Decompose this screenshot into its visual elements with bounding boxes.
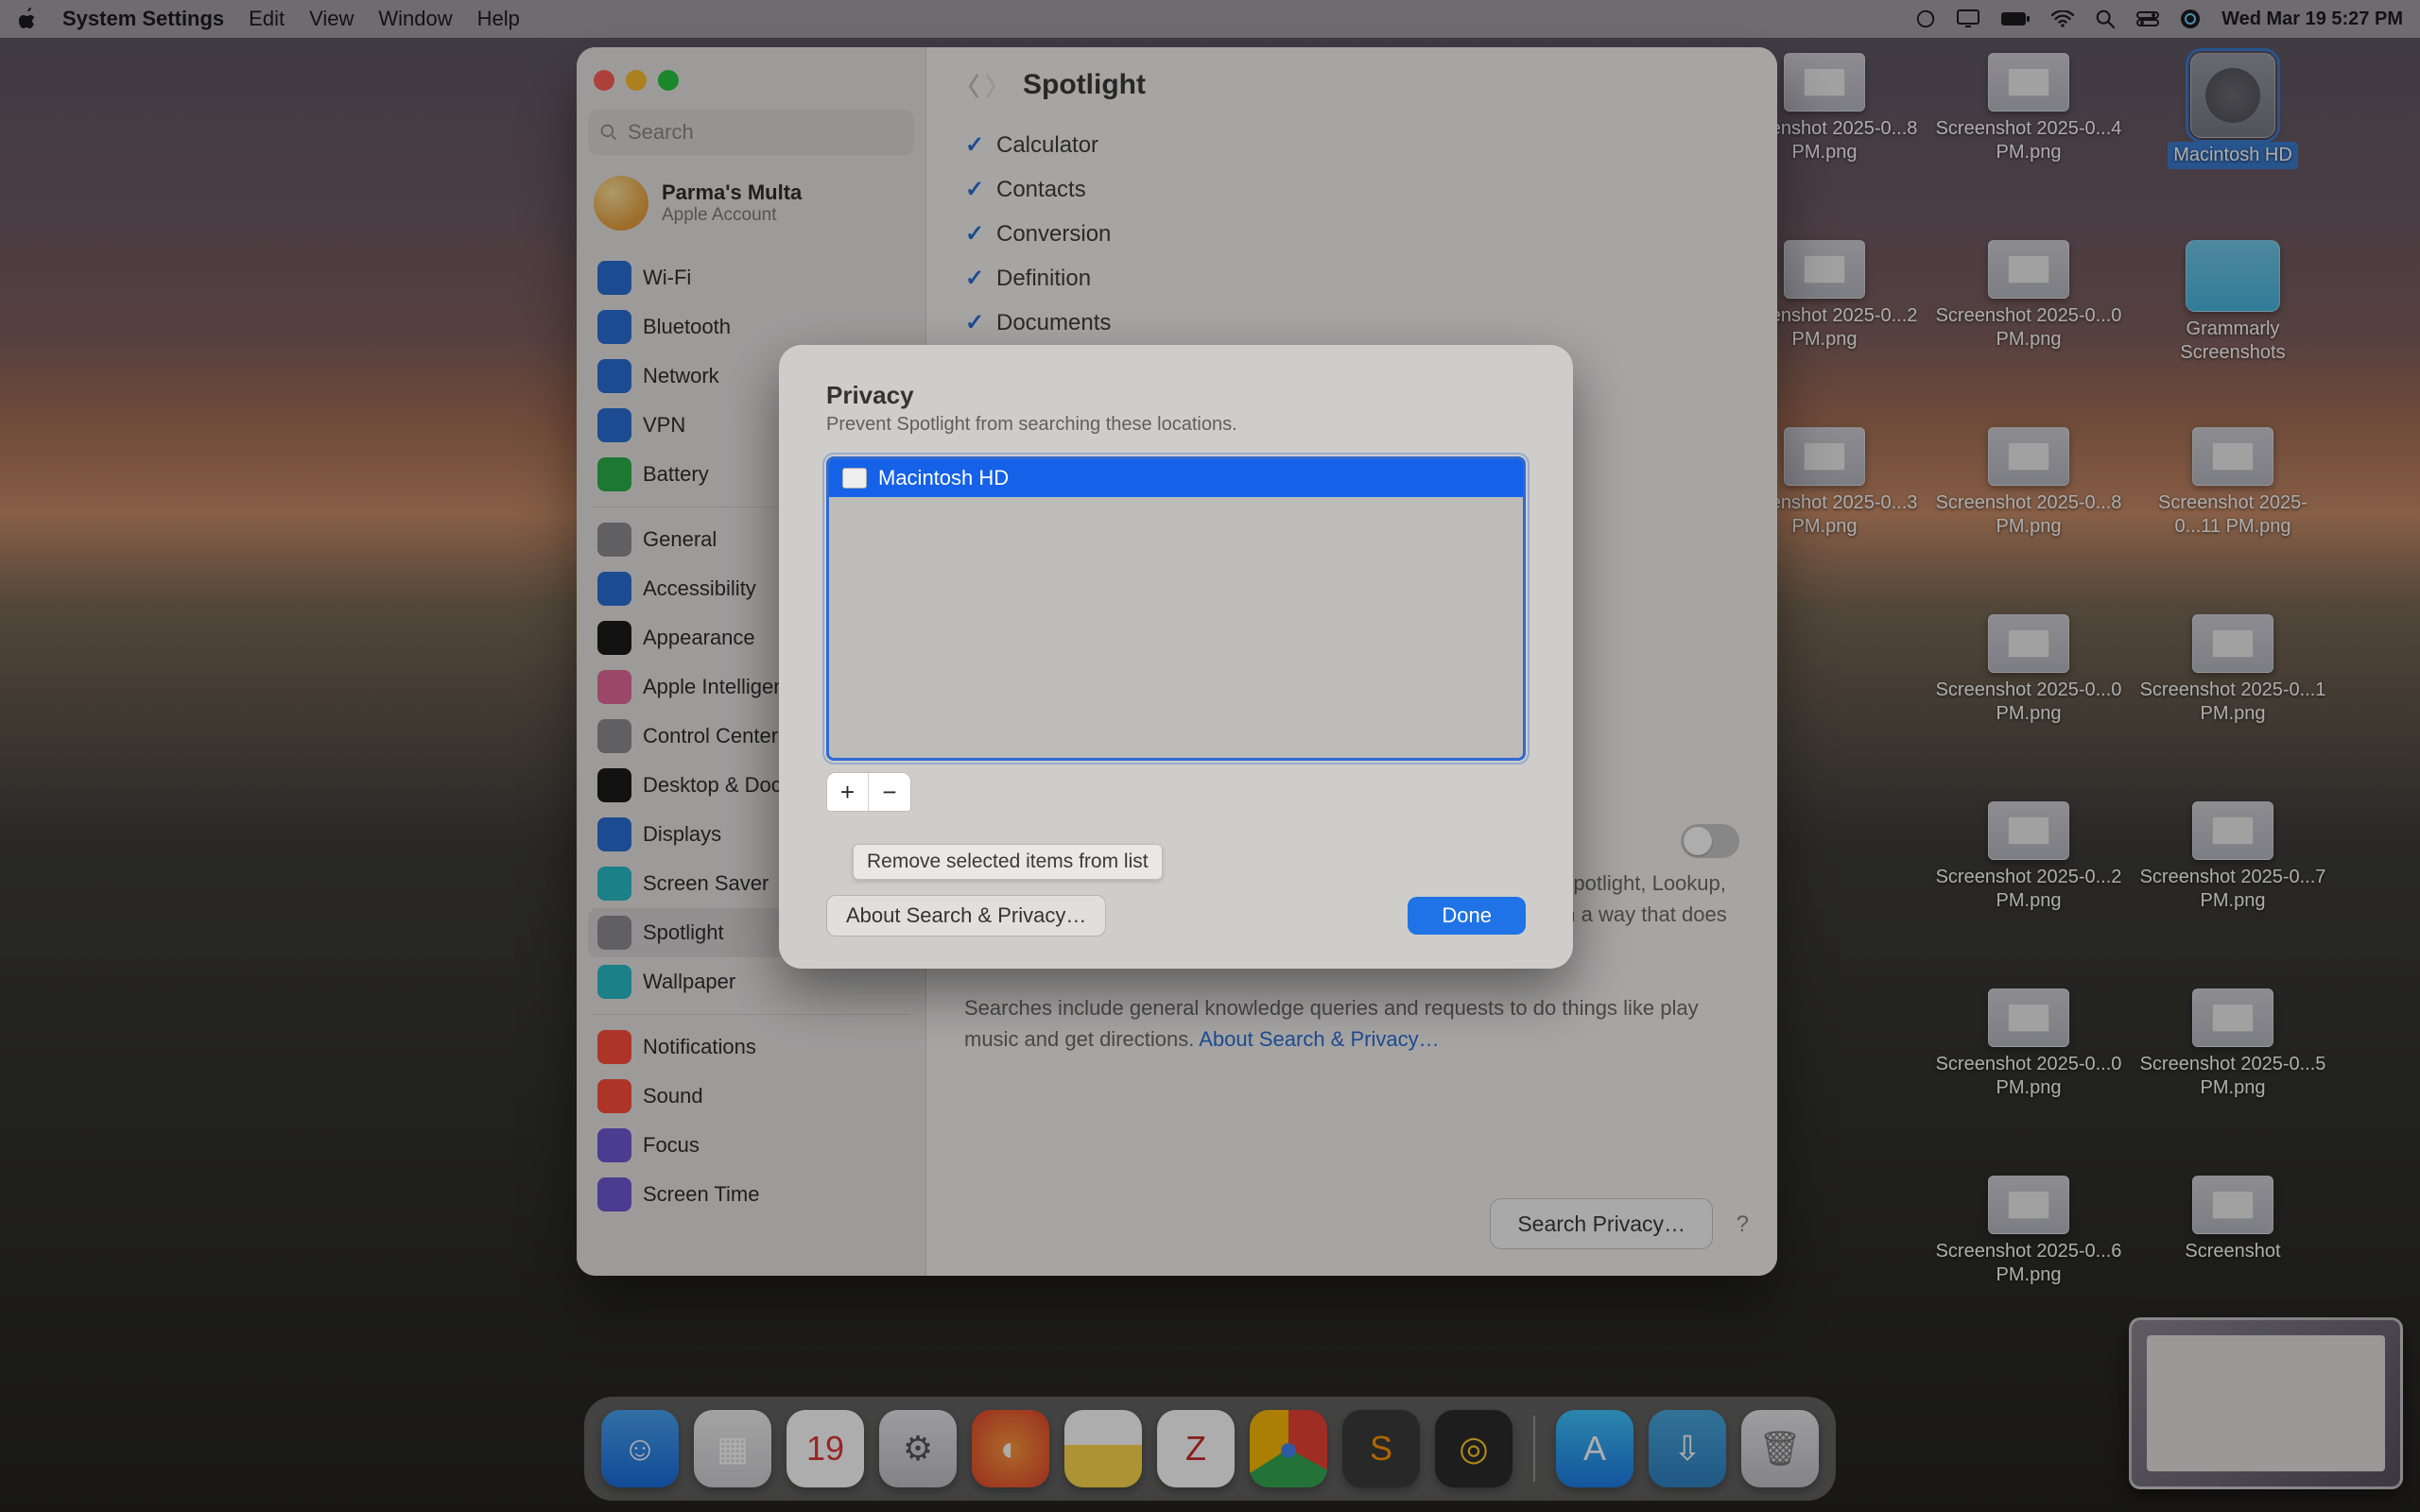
- privacy-add-remove-controls: + −: [826, 772, 1526, 812]
- privacy-add-button[interactable]: +: [827, 773, 869, 811]
- privacy-desc: Prevent Spotlight from searching these l…: [826, 414, 1526, 436]
- spotlight-privacy-sheet: Privacy Prevent Spotlight from searching…: [779, 345, 1573, 969]
- remove-tooltip: Remove selected items from list: [853, 844, 1163, 880]
- privacy-item-name: Macintosh HD: [878, 466, 1009, 490]
- about-search-privacy-button[interactable]: About Search & Privacy…: [826, 895, 1106, 936]
- privacy-exclusion-list[interactable]: Macintosh HD: [826, 456, 1526, 761]
- disk-icon: [842, 468, 867, 489]
- done-button[interactable]: Done: [1408, 897, 1526, 935]
- privacy-remove-button[interactable]: −: [869, 773, 910, 811]
- privacy-list-item[interactable]: Macintosh HD: [829, 459, 1523, 497]
- privacy-title: Privacy: [826, 381, 1526, 410]
